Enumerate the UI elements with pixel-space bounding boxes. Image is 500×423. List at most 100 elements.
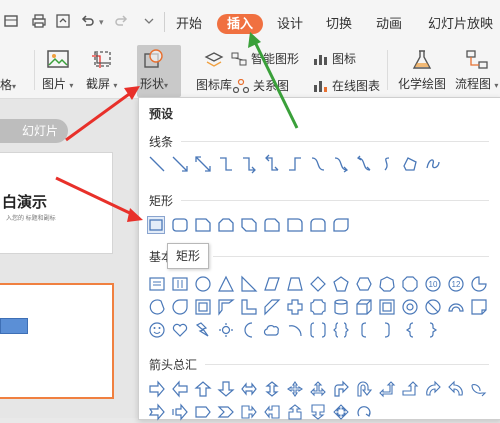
trapezoid-shape[interactable]: [287, 276, 303, 292]
double-arrow-line-shape[interactable]: [195, 156, 211, 172]
smart-graphic-button[interactable]: 智能图形: [231, 50, 299, 67]
parallelogram-shape[interactable]: [264, 276, 280, 292]
round-diagonal-rectangle-shape[interactable]: [333, 217, 349, 233]
double-bracket-shape[interactable]: [310, 322, 326, 338]
half-frame-shape[interactable]: [218, 299, 235, 316]
double-brace-shape[interactable]: [333, 322, 349, 338]
cloud-shape[interactable]: [263, 322, 280, 338]
snip-round-rectangle-shape[interactable]: [264, 217, 280, 233]
down-arrow-shape[interactable]: [217, 381, 235, 397]
bevel-shape[interactable]: [379, 299, 395, 315]
export-icon[interactable]: [54, 12, 72, 30]
plaque-shape[interactable]: [310, 299, 326, 315]
rounded-rectangle-shape[interactable]: [172, 217, 188, 233]
left-right-up-arrow-shape[interactable]: [310, 381, 326, 397]
diagonal-stripe-shape[interactable]: [264, 299, 281, 316]
smiley-face-shape[interactable]: [149, 322, 165, 338]
online-chart-button[interactable]: 在线图表: [312, 77, 380, 94]
icon-library-button[interactable]: 图标库: [196, 50, 232, 93]
scribble-shape[interactable]: [425, 156, 441, 172]
elbow-arrow-connector-shape[interactable]: [241, 156, 257, 174]
arc-shape[interactable]: [287, 322, 303, 338]
heptagon-shape[interactable]: [379, 276, 395, 292]
chem-drawing-button[interactable]: 化学绘图: [398, 48, 446, 92]
heart-shape[interactable]: [172, 322, 188, 338]
curved-right-arrow-shape[interactable]: [425, 380, 441, 397]
block-arc-shape[interactable]: [448, 299, 464, 315]
tab-transition[interactable]: 切换: [326, 14, 352, 34]
icons-button[interactable]: 图标: [312, 50, 356, 67]
freeform-shape[interactable]: [402, 156, 418, 172]
arrow-line-shape[interactable]: [172, 156, 188, 172]
left-bracket-shape[interactable]: [356, 322, 372, 338]
curved-left-arrow-shape[interactable]: [448, 380, 464, 397]
snip-corner-rectangle-shape[interactable]: [195, 217, 211, 233]
undo-icon[interactable]: [79, 12, 97, 30]
triangle-shape[interactable]: [218, 275, 234, 292]
tab-animation[interactable]: 动画: [376, 14, 402, 34]
cross-shape[interactable]: [287, 299, 303, 315]
relation-graph-button[interactable]: 关系图: [233, 77, 289, 94]
lightning-bolt-shape[interactable]: [195, 322, 211, 338]
picture-button[interactable]: 图片 ▾: [42, 48, 73, 92]
rectangle-shape-selected[interactable]: [147, 216, 165, 234]
up-down-arrow-shape[interactable]: [264, 381, 280, 397]
moon-shape[interactable]: [241, 322, 257, 338]
can-shape[interactable]: [333, 299, 349, 315]
right-arrow-shape[interactable]: [149, 380, 165, 398]
curve-shape[interactable]: [379, 156, 395, 172]
right-bracket-shape[interactable]: [379, 322, 395, 338]
slides-tab[interactable]: 幻灯片: [0, 119, 68, 143]
curved-up-arrow-shape[interactable]: [471, 381, 487, 397]
curved-connector-shape[interactable]: [310, 156, 326, 172]
round-single-corner-rectangle-shape[interactable]: [287, 217, 303, 233]
left-up-arrow-shape[interactable]: [379, 381, 396, 398]
left-arrow-shape[interactable]: [172, 380, 188, 398]
decagon-shape[interactable]: 10: [425, 276, 441, 292]
chord-shape[interactable]: [149, 299, 165, 315]
screenshot-button[interactable]: 截屏 ▾: [86, 48, 117, 92]
redo-icon[interactable]: [112, 12, 130, 30]
quad-arrow-shape[interactable]: [287, 381, 303, 397]
diamond-shape[interactable]: [310, 276, 326, 292]
slide-thumbnail-2[interactable]: [0, 283, 114, 399]
curved-arrow-connector-shape[interactable]: [333, 156, 349, 173]
customize-icon[interactable]: [140, 12, 158, 30]
menu-icon[interactable]: [2, 12, 20, 30]
cube-shape[interactable]: [356, 299, 372, 315]
l-shape[interactable]: [241, 299, 257, 315]
shapes-button-content[interactable]: 形状▾: [140, 48, 168, 92]
frame-shape[interactable]: [195, 299, 211, 315]
right-triangle-shape[interactable]: [241, 275, 258, 292]
curved-double-arrow-shape[interactable]: [356, 155, 372, 172]
tab-start[interactable]: 开始: [176, 14, 202, 34]
hexagon-shape[interactable]: [356, 276, 372, 292]
bent-arrow-shape[interactable]: [333, 380, 349, 397]
tab-insert[interactable]: 插入: [217, 14, 264, 34]
up-arrow-shape[interactable]: [194, 381, 212, 397]
left-right-arrow-shape[interactable]: [241, 381, 257, 397]
round-same-side-rectangle-shape[interactable]: [310, 217, 326, 233]
donut-shape[interactable]: [402, 299, 418, 315]
left-brace-shape[interactable]: [402, 322, 418, 338]
bent-up-arrow-shape[interactable]: [402, 381, 419, 397]
print-icon[interactable]: [30, 12, 48, 30]
elbow-double-arrow-shape[interactable]: [264, 154, 280, 172]
snip-diagonal-rectangle-shape[interactable]: [241, 217, 257, 233]
vertical-text-box-shape[interactable]: [172, 276, 188, 292]
snip-same-side-rectangle-shape[interactable]: [218, 217, 234, 233]
oval-shape[interactable]: [195, 276, 211, 292]
elbow-connector-shape[interactable]: [218, 156, 234, 172]
folded-corner-shape[interactable]: [471, 299, 487, 315]
no-symbol-shape[interactable]: [425, 299, 441, 315]
elbow-connector-2-shape[interactable]: [287, 156, 303, 172]
sun-shape[interactable]: [218, 322, 234, 338]
line-shape[interactable]: [149, 156, 165, 172]
dodecagon-shape[interactable]: 12: [448, 276, 464, 292]
right-brace-shape[interactable]: [425, 322, 441, 338]
flowchart-button[interactable]: 流程图 ▾: [455, 48, 498, 92]
slide-thumbnail-1[interactable]: 白演示 入您的 标题和副标: [0, 152, 113, 254]
u-turn-arrow-shape[interactable]: [356, 381, 373, 397]
text-box-shape[interactable]: [149, 276, 165, 292]
octagon-shape[interactable]: [402, 276, 418, 292]
